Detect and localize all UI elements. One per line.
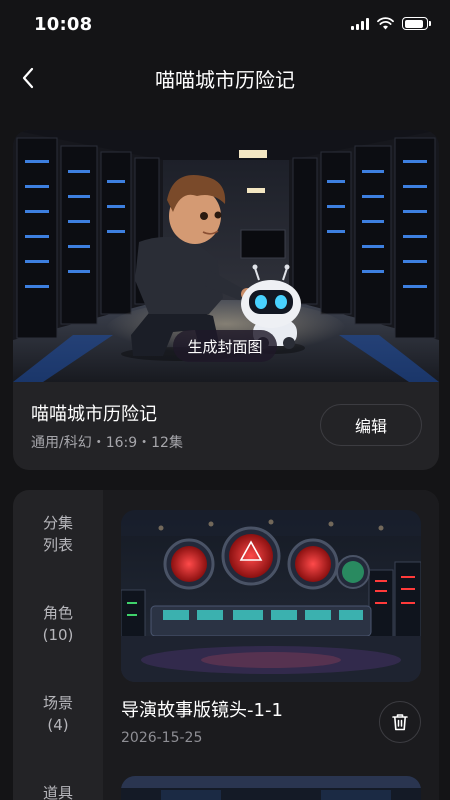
status-bar: 10:08 bbox=[0, 0, 450, 48]
battery-level bbox=[404, 19, 424, 28]
episode-date: 2026-15-25 bbox=[121, 730, 203, 746]
navigation-bar: 喵喵城市历险记 bbox=[0, 48, 450, 108]
delete-episode-button[interactable] bbox=[379, 701, 421, 743]
edit-button[interactable]: 编辑 bbox=[320, 404, 422, 446]
tab-characters[interactable]: 角色 (10) bbox=[13, 602, 103, 646]
page-title: 喵喵城市历险记 bbox=[155, 68, 295, 92]
status-time: 10:08 bbox=[34, 14, 93, 35]
project-meta: 通用/科幻・16:9・12集 bbox=[31, 435, 183, 451]
episode-thumbnail[interactable] bbox=[121, 510, 421, 682]
status-icons bbox=[351, 17, 431, 30]
tab-scenes[interactable]: 场景 (4) bbox=[13, 692, 103, 736]
project-title: 喵喵城市历险记 bbox=[31, 404, 157, 425]
episode-thumbnail-next[interactable] bbox=[121, 776, 421, 800]
tab-props[interactable]: 道具 bbox=[13, 782, 103, 800]
episode-list: 导演故事版镜头-1-1 2026-15-25 bbox=[103, 490, 439, 800]
cellular-signal-icon bbox=[351, 17, 369, 30]
content-panel: 分集 列表 角色 (10) 场景 (4) 道具 导演故事版镜头-1-1 2026… bbox=[13, 490, 439, 800]
project-card: 喵喵城市历险记 通用/科幻・16:9・12集 编辑 bbox=[13, 130, 439, 470]
generate-cover-button[interactable]: 生成封面图 bbox=[173, 330, 277, 362]
battery-icon bbox=[402, 17, 431, 30]
side-tabs: 分集 列表 角色 (10) 场景 (4) 道具 bbox=[13, 490, 103, 800]
episode-title: 导演故事版镜头-1-1 bbox=[121, 700, 283, 721]
trash-icon bbox=[392, 714, 408, 731]
wifi-icon bbox=[377, 17, 394, 30]
tab-episode-list[interactable]: 分集 列表 bbox=[13, 512, 103, 556]
